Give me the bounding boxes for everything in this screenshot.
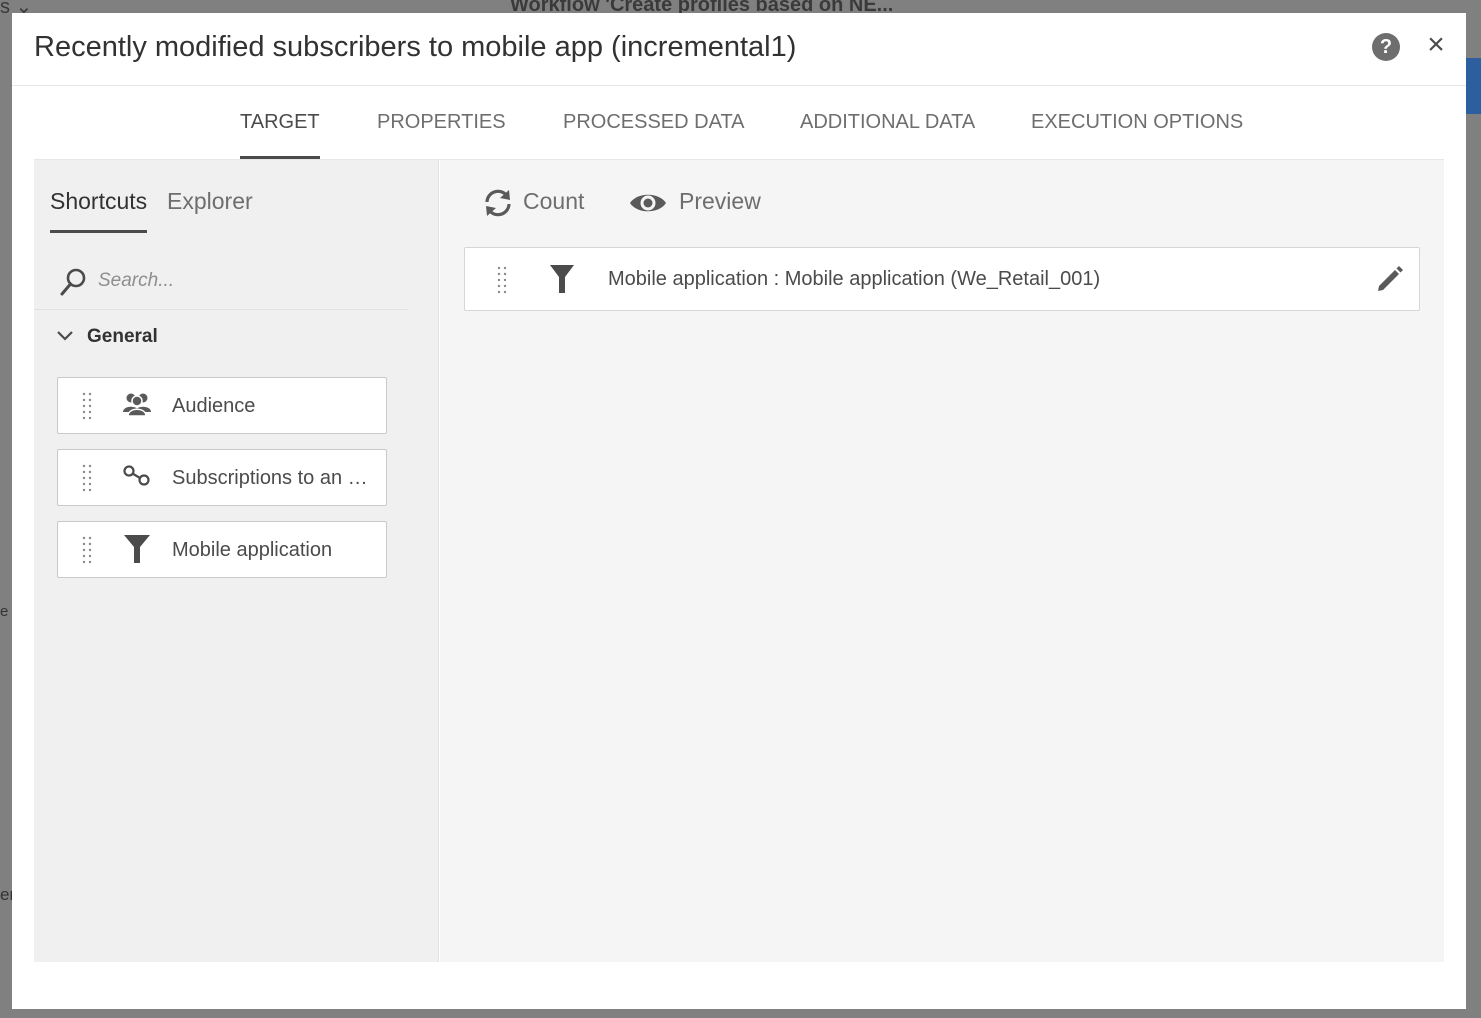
drag-handle-icon: [82, 392, 92, 420]
tab-processed-data[interactable]: PROCESSED DATA: [563, 111, 745, 159]
refresh-icon: [485, 189, 511, 217]
tab-bar: TARGET PROPERTIES PROCESSED DATA ADDITIO…: [34, 86, 1444, 160]
count-label: Count: [523, 188, 585, 214]
subtab-shortcuts[interactable]: Shortcuts: [50, 188, 148, 233]
drag-handle-icon: [82, 464, 92, 492]
search-input[interactable]: [98, 266, 398, 296]
preview-button[interactable]: Preview: [629, 186, 769, 220]
filter-label: Mobile application : Mobile application …: [608, 268, 1101, 290]
count-button[interactable]: Count: [483, 186, 593, 220]
filter-row[interactable]: Mobile application : Mobile application …: [464, 247, 1420, 311]
shortcut-label: Mobile application: [172, 539, 333, 561]
search-icon: [60, 268, 86, 296]
group-label: General: [87, 326, 158, 347]
workspace-panel: Count Preview Mobile application: Mobil…: [440, 160, 1444, 962]
shortcuts-panel: Shortcuts Explorer General: [34, 160, 439, 962]
subtab-explorer[interactable]: Explorer: [167, 188, 253, 233]
tab-target[interactable]: TARGET: [240, 111, 320, 159]
shortcut-subscriptions[interactable]: Subscriptions to an …: [57, 449, 387, 506]
audience-icon: [123, 393, 151, 417]
tab-additional-data[interactable]: ADDITIONAL DATA: [800, 111, 975, 159]
edit-pencil-icon[interactable]: [1375, 264, 1405, 294]
background-side-tab: [1466, 58, 1481, 114]
search-bar: [34, 250, 408, 310]
dialog: Recently modified subscribers to mobile …: [12, 13, 1466, 1009]
drag-handle-icon: [82, 536, 92, 564]
eye-icon: [630, 194, 666, 212]
preview-label: Preview: [679, 188, 761, 214]
chevron-down-icon: [57, 331, 73, 341]
filter-icon: [550, 265, 574, 293]
shortcut-mobile-application[interactable]: Mobile application: [57, 521, 387, 578]
drag-handle-icon: [497, 266, 507, 294]
shortcut-audience[interactable]: Audience: [57, 377, 387, 434]
background-side-text: e: [0, 603, 9, 620]
shortcut-label: Audience: [172, 395, 256, 417]
tab-execution-options[interactable]: EXECUTION OPTIONS: [1031, 111, 1243, 159]
link-icon: [123, 465, 150, 486]
close-button[interactable]: ×: [1423, 29, 1449, 61]
tab-properties[interactable]: PROPERTIES: [377, 111, 506, 159]
filter-icon: [124, 535, 150, 563]
dialog-header: Recently modified subscribers to mobile …: [12, 13, 1466, 86]
help-button[interactable]: ?: [1372, 33, 1400, 61]
dialog-title: Recently modified subscribers to mobile …: [34, 31, 797, 63]
shortcut-label: Subscriptions to an …: [172, 467, 368, 489]
